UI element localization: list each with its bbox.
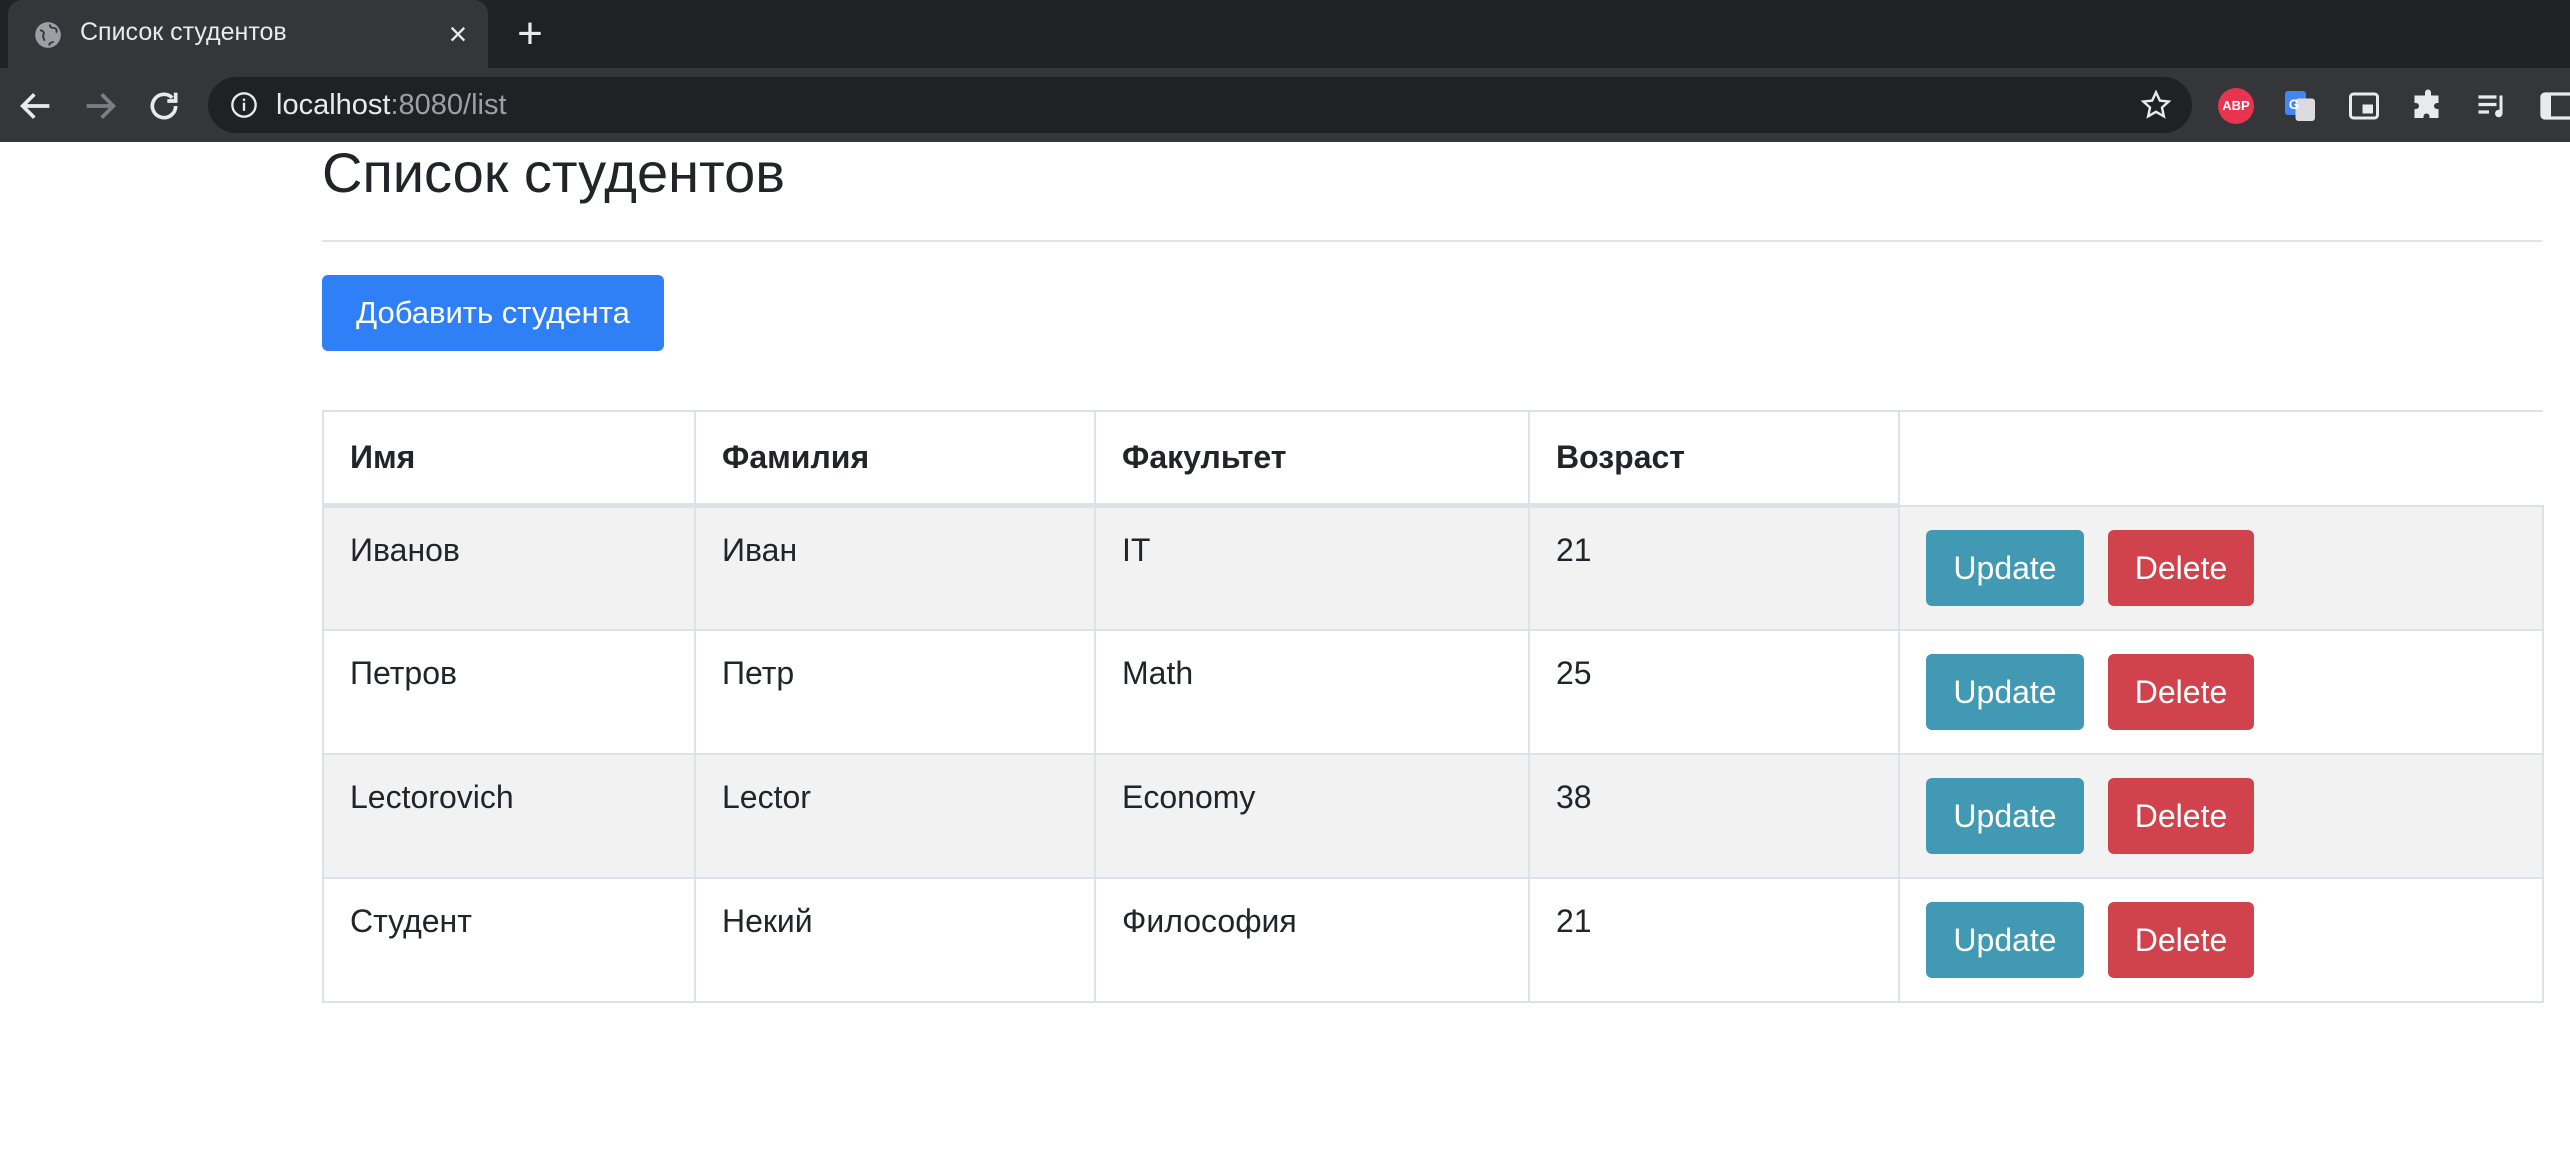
cell-last-name: Некий [694, 876, 1096, 1003]
site-info-icon[interactable] [230, 91, 258, 119]
globe-icon [35, 22, 61, 48]
browser-tab[interactable]: Список студентов × [8, 0, 488, 68]
cell-age: 25 [1528, 628, 1900, 755]
media-queue-icon[interactable] [2474, 88, 2510, 124]
abp-icon[interactable]: ABP [2218, 88, 2254, 124]
delete-button[interactable]: Delete [2108, 529, 2254, 606]
reload-icon[interactable] [144, 86, 184, 126]
cell-age: 21 [1528, 876, 1900, 1003]
cell-actions: Update Delete [1898, 876, 2544, 1003]
url-host: localhost [276, 89, 391, 121]
update-button[interactable]: Update [1926, 901, 2084, 978]
url-path: :8080/list [390, 89, 507, 121]
cell-last-name: Lector [694, 752, 1096, 879]
cell-actions: Update Delete [1898, 752, 2544, 879]
column-header-last-name: Фамилия [694, 410, 1096, 508]
table-row: Иванов Иван IT 21 Update Delete [322, 504, 2544, 631]
url-text: localhost:8080/list [276, 89, 507, 122]
tab-title: Список студентов [80, 18, 287, 46]
students-table: Имя Фамилия Факультет Возраст Иванов Ива… [322, 410, 2544, 1003]
column-header-faculty: Факультет [1094, 410, 1530, 508]
cell-last-name: Петр [694, 628, 1096, 755]
cell-age: 38 [1528, 752, 1900, 879]
close-tab-icon[interactable]: × [440, 16, 476, 52]
add-student-button[interactable]: Добавить студента [322, 275, 664, 351]
delete-button[interactable]: Delete [2108, 777, 2254, 854]
cell-first-name: Петров [322, 628, 696, 755]
delete-button[interactable]: Delete [2108, 653, 2254, 730]
update-button[interactable]: Update [1926, 777, 2084, 854]
address-bar[interactable]: localhost:8080/list [208, 77, 2192, 133]
cell-last-name: Иван [694, 504, 1096, 631]
table-row: Lectorovich Lector Economy 38 Update Dele… [322, 752, 2544, 879]
back-icon[interactable] [16, 86, 56, 126]
update-button[interactable]: Update [1926, 653, 2084, 730]
cell-faculty: Economy [1094, 752, 1530, 879]
new-tab-icon[interactable]: + [510, 12, 550, 56]
table-row: Петров Петр Math 25 Update Delete [322, 628, 2544, 755]
svg-text:G: G [2289, 97, 2300, 112]
cell-actions: Update Delete [1898, 628, 2544, 755]
column-header-first-name: Имя [322, 410, 696, 508]
cell-first-name: Студент [322, 876, 696, 1003]
browser-tabstrip: Список студентов × + [0, 0, 2570, 68]
puzzle-extensions-icon[interactable] [2410, 88, 2446, 124]
column-header-age: Возраст [1528, 410, 1900, 508]
cell-faculty: IT [1094, 504, 1530, 631]
divider [322, 240, 2542, 242]
cell-age: 21 [1528, 504, 1900, 631]
cell-first-name: Иванов [322, 504, 696, 631]
google-translate-icon[interactable]: G [2282, 88, 2318, 124]
cell-faculty: Философия [1094, 876, 1530, 1003]
side-panel-icon[interactable] [2538, 88, 2570, 124]
picture-in-picture-icon[interactable] [2346, 88, 2382, 124]
bookmark-star-icon[interactable] [2140, 89, 2172, 121]
table-header-row: Имя Фамилия Факультет Возраст [322, 410, 2543, 508]
column-header-actions [1899, 410, 2543, 506]
cell-first-name: Lectorovich [322, 752, 696, 879]
cell-actions: Update Delete [1898, 504, 2544, 631]
cell-faculty: Math [1094, 628, 1530, 755]
page-title: Список студентов [322, 141, 785, 204]
forward-icon[interactable] [80, 86, 120, 126]
browser-toolbar: localhost:8080/list ABP G [0, 68, 2570, 142]
delete-button[interactable]: Delete [2108, 901, 2254, 978]
table-row: Студент Некий Философия 21 Update Delete [322, 876, 2544, 1003]
update-button[interactable]: Update [1926, 529, 2084, 606]
